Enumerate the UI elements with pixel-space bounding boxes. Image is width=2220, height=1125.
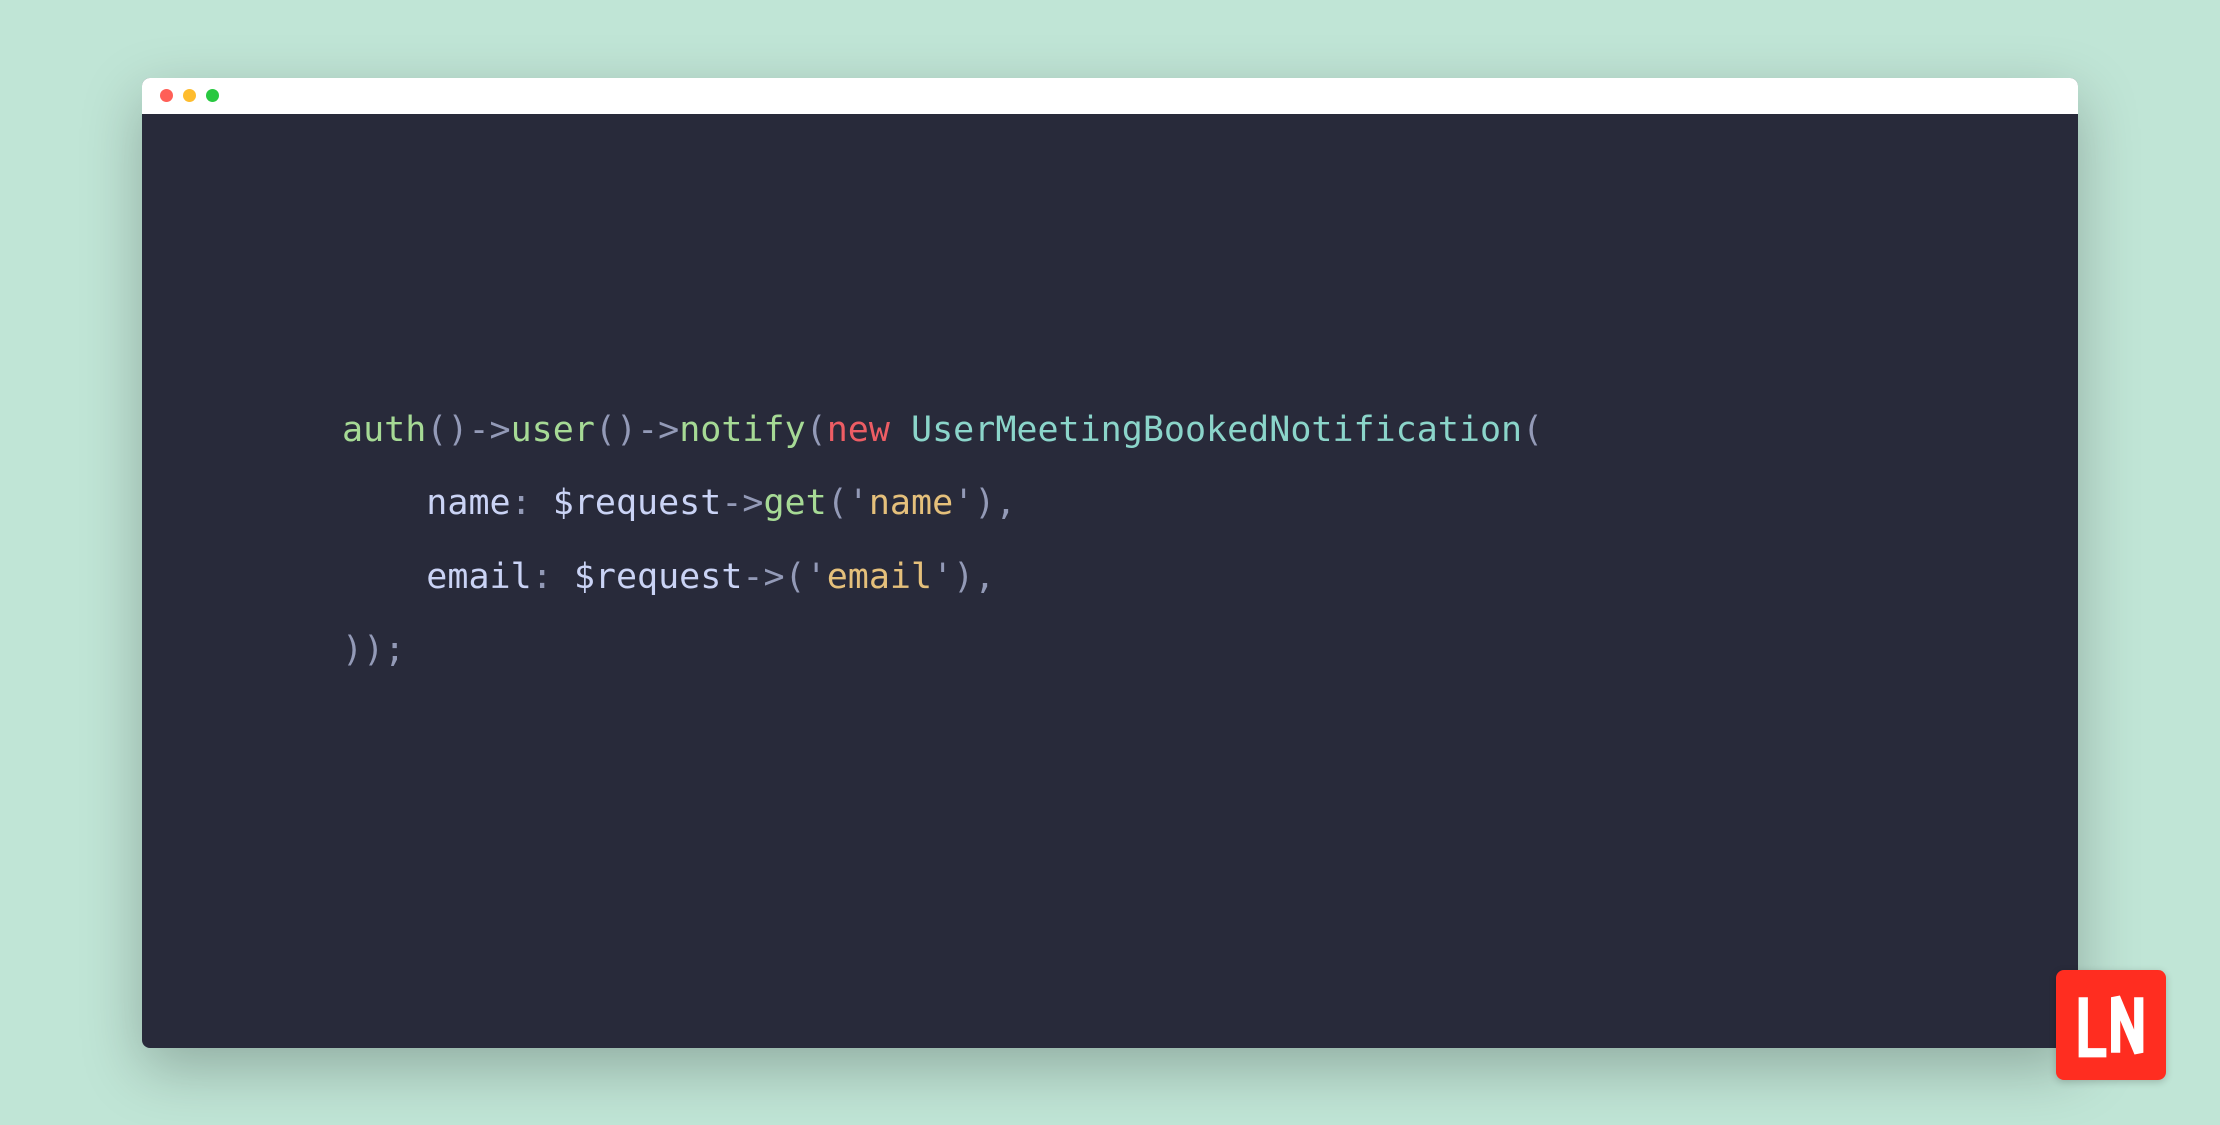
token-punctuation: : — [511, 483, 553, 523]
token-punctuation: ( — [785, 557, 806, 597]
token-space — [890, 410, 911, 450]
token-punctuation: () — [426, 410, 468, 450]
token-keyword: new — [827, 410, 890, 450]
code-line-1: auth()->user()->notify(new UserMeetingBo… — [342, 410, 1543, 450]
token-punctuation: () — [595, 410, 637, 450]
maximize-button[interactable] — [206, 89, 219, 102]
token-quote: ' — [848, 483, 869, 523]
token-param: email — [426, 557, 531, 597]
code-window: auth()->user()->notify(new UserMeetingBo… — [142, 78, 2078, 1048]
code-line-2: name: $request->get('name'), — [342, 483, 1016, 523]
token-punctuation: ( — [1522, 410, 1543, 450]
logo-badge — [2056, 970, 2166, 1080]
code-editor: auth()->user()->notify(new UserMeetingBo… — [142, 114, 2078, 1048]
token-punctuation: ( — [827, 483, 848, 523]
token-string: email — [827, 557, 932, 597]
token-indent — [342, 557, 426, 597]
token-function: get — [763, 483, 826, 523]
token-arrow: -> — [721, 483, 763, 523]
traffic-lights — [160, 89, 219, 102]
token-arrow: -> — [637, 410, 679, 450]
token-arrow: -> — [468, 410, 510, 450]
token-param: name — [426, 483, 510, 523]
token-class: UserMeetingBookedNotification — [911, 410, 1522, 450]
ln-logo-icon — [2074, 988, 2148, 1062]
token-variable: $request — [553, 483, 722, 523]
token-function: notify — [679, 410, 805, 450]
token-punctuation: ( — [806, 410, 827, 450]
token-quote: ' — [953, 483, 974, 523]
close-button[interactable] — [160, 89, 173, 102]
token-quote: ' — [806, 557, 827, 597]
token-punctuation: )); — [342, 630, 405, 670]
token-function: user — [511, 410, 595, 450]
token-variable: $request — [574, 557, 743, 597]
token-punctuation: ), — [953, 557, 995, 597]
token-function: auth — [342, 410, 426, 450]
code-line-3: email: $request->('email'), — [342, 557, 995, 597]
token-punctuation: ), — [974, 483, 1016, 523]
token-string: name — [869, 483, 953, 523]
window-titlebar — [142, 78, 2078, 114]
token-indent — [342, 483, 426, 523]
token-punctuation: : — [532, 557, 574, 597]
token-arrow: -> — [742, 557, 784, 597]
token-quote: ' — [932, 557, 953, 597]
minimize-button[interactable] — [183, 89, 196, 102]
code-line-4: )); — [342, 630, 405, 670]
